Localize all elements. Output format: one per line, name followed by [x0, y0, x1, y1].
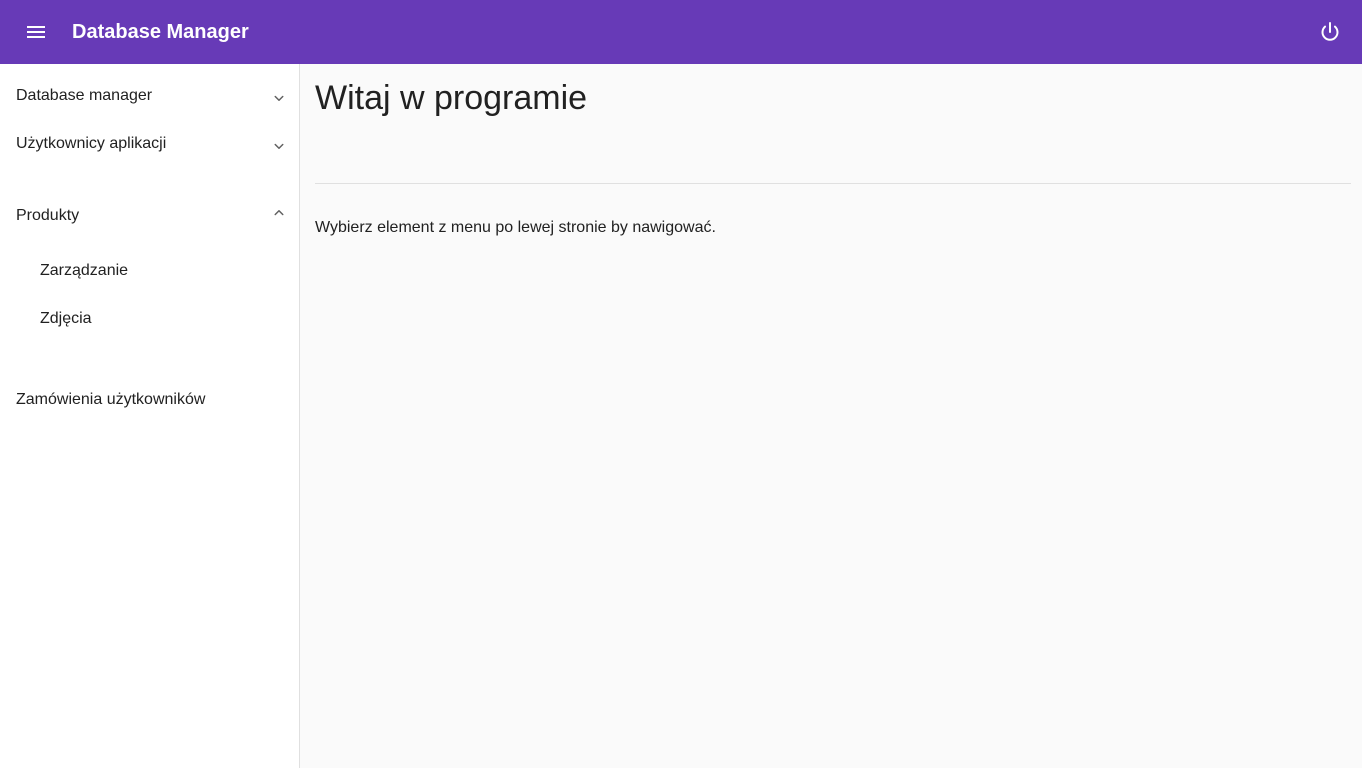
sidebar-item-label: Użytkownicy aplikacji — [16, 135, 167, 152]
logout-button[interactable] — [1310, 12, 1350, 52]
sidebar-item-products[interactable]: Produkty — [0, 192, 299, 240]
intro-text: Wybierz element z menu po lewej stronie … — [315, 219, 716, 236]
sidebar: Database manager Użytkownicy aplikacji P… — [0, 64, 300, 768]
chevron-down-icon — [274, 143, 284, 149]
sidebar-item-label: Database manager — [16, 87, 153, 104]
sidebar-item-database-manager[interactable]: Database manager — [0, 72, 299, 120]
page-title: Witaj w programie — [315, 79, 588, 117]
sidebar-item-app-users[interactable]: Użytkownicy aplikacji — [0, 120, 299, 168]
menu-icon — [27, 26, 45, 38]
sidebar-item-label: Zamówienia użytkowników — [16, 391, 206, 408]
app-title: Database Manager — [72, 21, 249, 43]
power-icon — [1321, 22, 1339, 41]
chevron-down-icon — [274, 95, 284, 101]
sidebar-subitem-label: Zdjęcia — [40, 310, 92, 327]
sidebar-subitem-management[interactable]: Zarządzanie — [0, 247, 299, 295]
divider — [315, 183, 1351, 184]
menu-button[interactable] — [16, 12, 56, 52]
sidebar-item-user-orders[interactable]: Zamówienia użytkowników — [0, 376, 299, 424]
app-toolbar: Database Manager — [0, 0, 1362, 64]
sidebar-subitem-photos[interactable]: Zdjęcia — [0, 295, 299, 343]
main-content: Witaj w programie Wybierz element z menu… — [300, 64, 1362, 768]
sidebar-subitem-label: Zarządzanie — [40, 262, 129, 279]
chevron-up-icon — [274, 210, 284, 216]
sidebar-item-label: Produkty — [16, 207, 80, 224]
